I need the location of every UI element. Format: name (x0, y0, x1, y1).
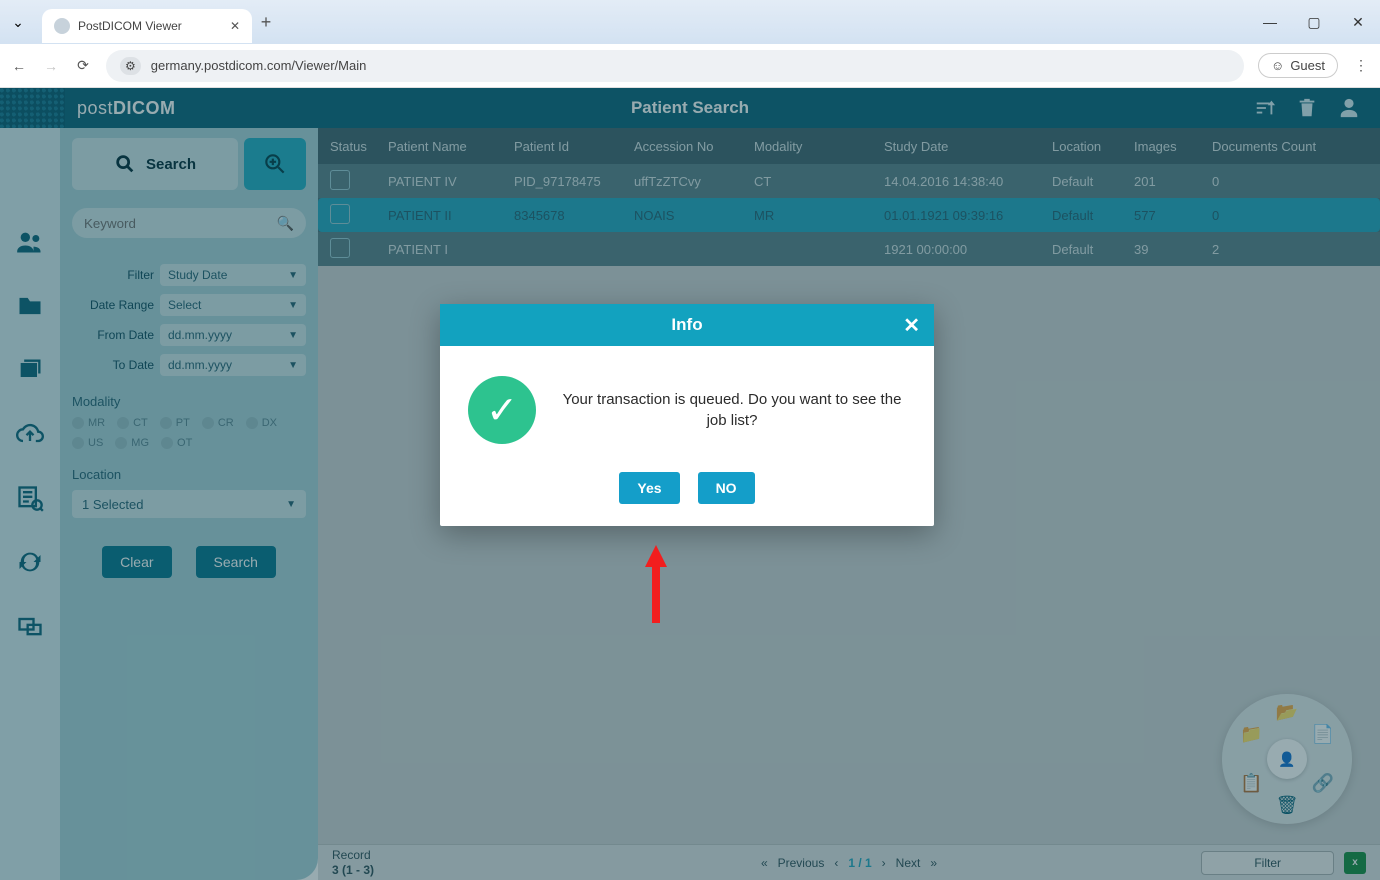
success-check-icon: ✓ (468, 376, 536, 444)
new-tab-button[interactable]: + (252, 12, 280, 33)
kebab-menu-icon[interactable]: ⋮ (1352, 57, 1370, 74)
forward-icon: → (42, 58, 60, 74)
favicon (54, 18, 70, 34)
dialog-message: Your transaction is queued. Do you want … (558, 389, 906, 431)
info-dialog: Info ✕ ✓ Your transaction is queued. Do … (440, 304, 934, 526)
window-maximize[interactable]: ▢ (1292, 0, 1336, 44)
profile-chip[interactable]: ☺ Guest (1258, 53, 1338, 78)
browser-tab[interactable]: PostDICOM Viewer ✕ (42, 9, 252, 43)
back-icon[interactable]: ← (10, 58, 28, 74)
dialog-header: Info ✕ (440, 304, 934, 346)
close-icon[interactable]: ✕ (903, 313, 920, 338)
person-icon: ☺ (1271, 58, 1284, 73)
dialog-title: Info (671, 315, 702, 335)
window-minimize[interactable]: — (1248, 0, 1292, 44)
tab-title: PostDICOM Viewer (78, 19, 182, 33)
browser-tab-strip: ⌄ PostDICOM Viewer ✕ + — ▢ ✕ (0, 0, 1380, 44)
site-settings-icon[interactable]: ⚙ (120, 57, 141, 75)
reload-icon[interactable]: ⟳ (74, 57, 92, 74)
url-text: germany.postdicom.com/Viewer/Main (151, 58, 367, 73)
close-tab-icon[interactable]: ✕ (230, 19, 240, 33)
profile-label: Guest (1290, 58, 1325, 73)
address-bar[interactable]: ⚙ germany.postdicom.com/Viewer/Main (106, 50, 1244, 82)
tab-list-button[interactable]: ⌄ (2, 6, 34, 38)
browser-toolbar: ← → ⟳ ⚙ germany.postdicom.com/Viewer/Mai… (0, 44, 1380, 88)
yes-button[interactable]: Yes (619, 472, 679, 504)
window-close[interactable]: ✕ (1336, 0, 1380, 44)
annotation-arrow (643, 553, 669, 631)
no-button[interactable]: NO (698, 472, 755, 504)
